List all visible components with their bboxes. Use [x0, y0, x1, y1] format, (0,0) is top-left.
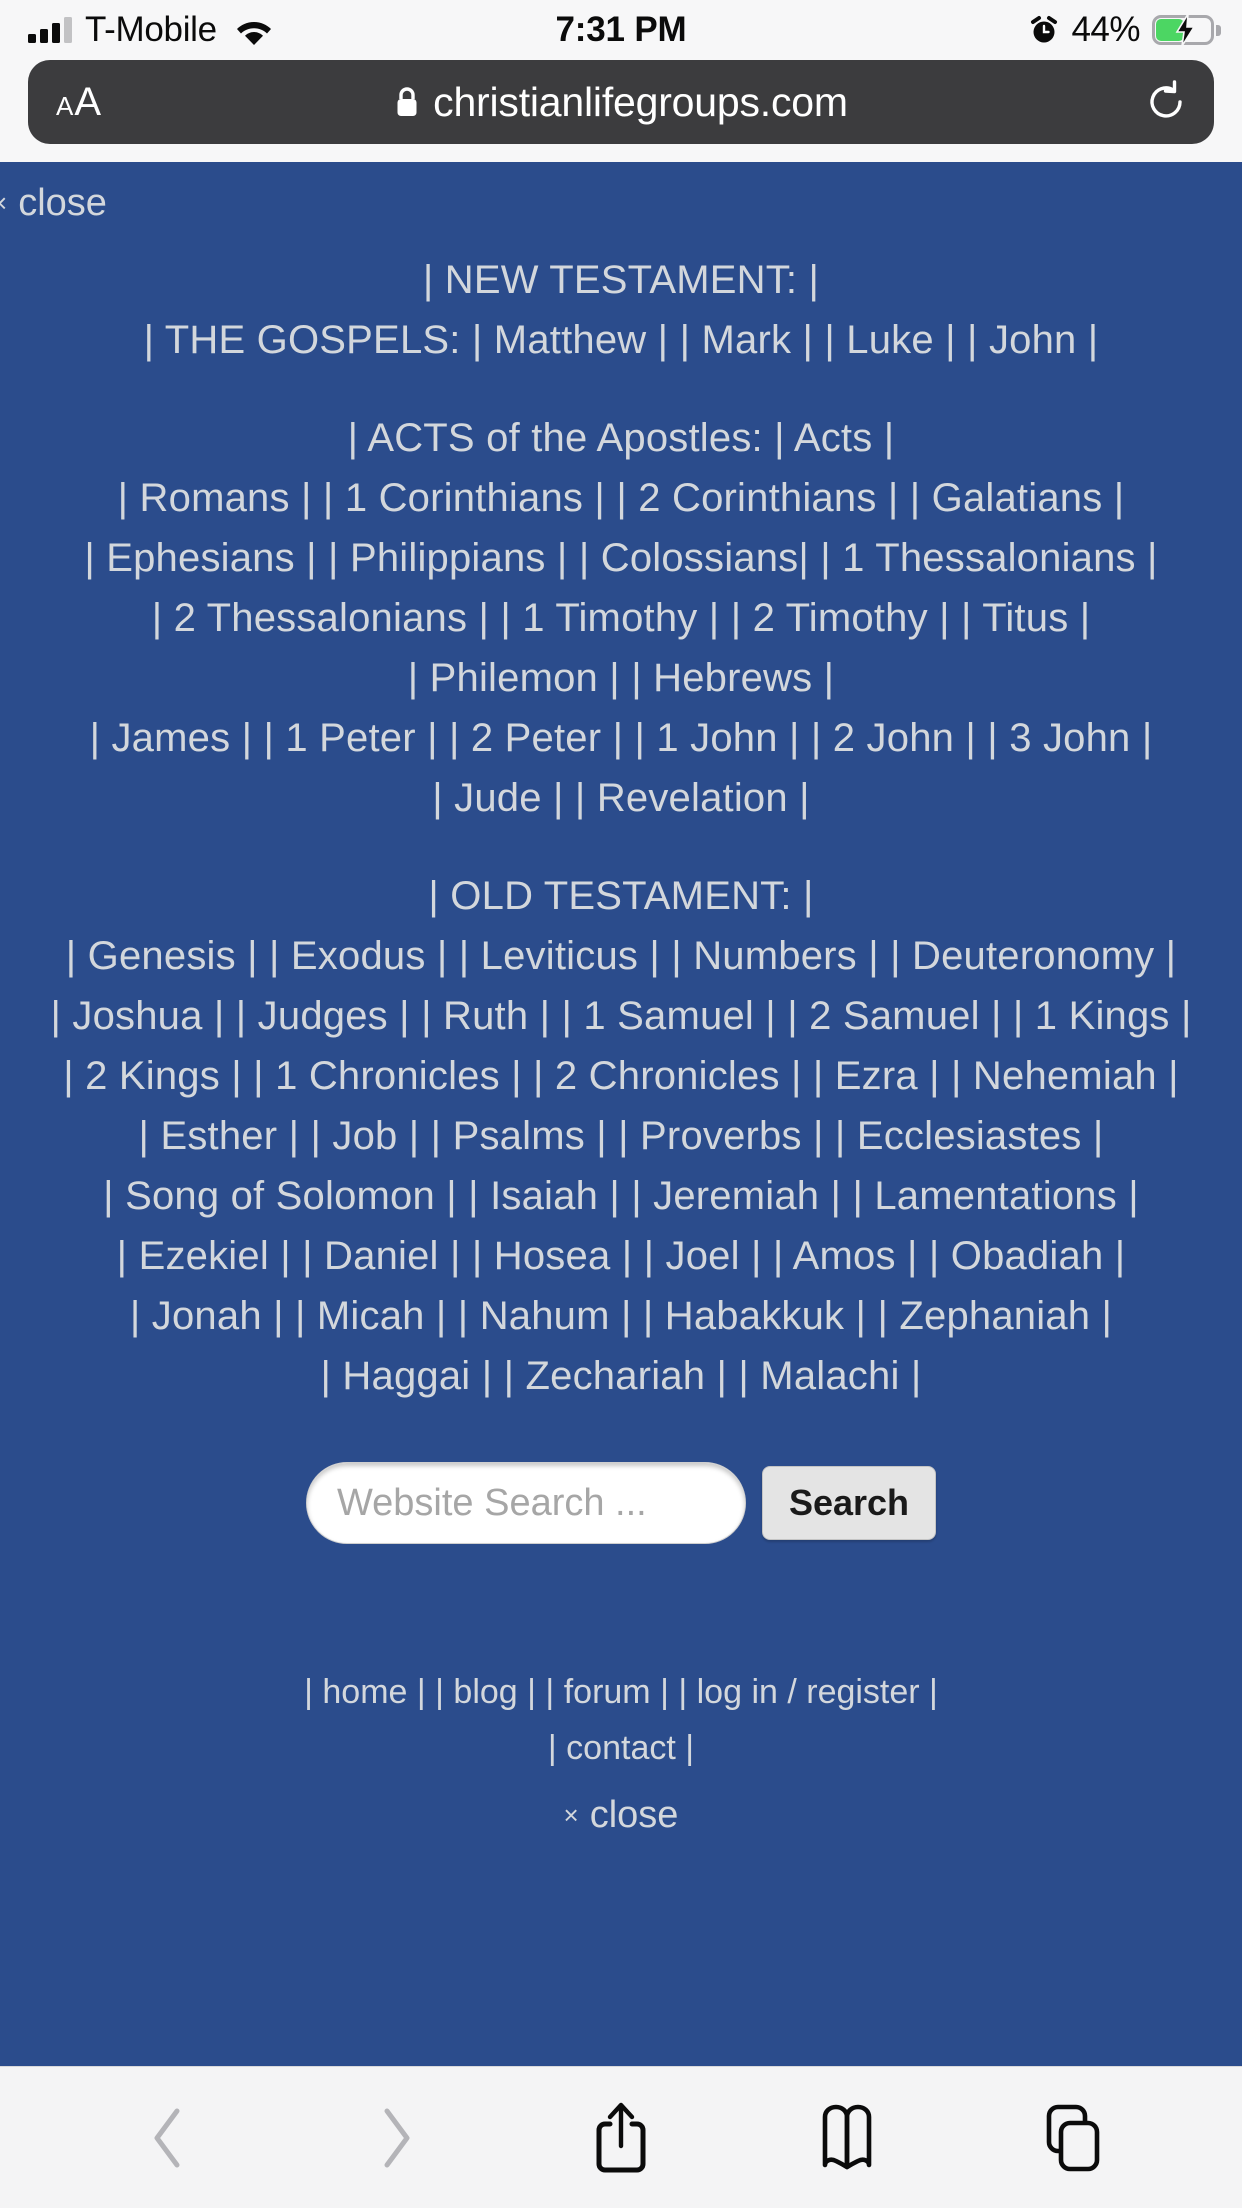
- text-size-icon[interactable]: AA: [56, 82, 101, 122]
- bookmarks-icon: [822, 2104, 872, 2169]
- text-size-small-a: A: [56, 91, 74, 121]
- book-row-esther-ecclesiastes[interactable]: | Esther | | Job | | Psalms | | Proverbs…: [0, 1106, 1242, 1166]
- search-input[interactable]: [305, 1462, 746, 1544]
- forward-button[interactable]: [282, 2105, 508, 2171]
- page-footer: | home | | blog | | forum | | log in / r…: [0, 1664, 1242, 1837]
- book-row-joshua-kings[interactable]: | Joshua | | Judges | | Ruth | | 1 Samue…: [0, 986, 1242, 1046]
- status-bar: T-Mobile 7:31 PM 44%: [0, 0, 1242, 60]
- book-row-philemon-hebrews[interactable]: | Philemon | | Hebrews |: [0, 648, 1242, 708]
- status-bar-right: 44%: [1029, 10, 1221, 50]
- forward-icon: [384, 2108, 410, 2167]
- tabs-button[interactable]: [960, 2103, 1186, 2173]
- close-link-bottom[interactable]: × close: [0, 1794, 1242, 1837]
- text-size-large-a: A: [74, 80, 102, 124]
- section-heading-acts[interactable]: | ACTS of the Apostles: | Acts |: [0, 408, 1242, 468]
- url-display: christianlifegroups.com: [28, 79, 1214, 126]
- close-link-top[interactable]: × close: [0, 182, 107, 225]
- close-label-bottom: close: [589, 1794, 679, 1836]
- book-row-ezekiel-obadiah[interactable]: | Ezekiel | | Daniel | | Hosea | | Joel …: [0, 1226, 1242, 1286]
- book-row-genesis-deuteronomy[interactable]: | Genesis | | Exodus | | Leviticus | | N…: [0, 926, 1242, 986]
- url-bar[interactable]: AA christianlifegroups.com: [28, 60, 1214, 144]
- book-row-romans-galatians[interactable]: | Romans | | 1 Corinthians | | 2 Corinth…: [0, 468, 1242, 528]
- book-row-ephesians-thessalonians[interactable]: | Ephesians | | Philippians | | Colossia…: [0, 528, 1242, 588]
- close-x-glyph: ×: [0, 188, 7, 219]
- browser-bottom-toolbar: [0, 2066, 1242, 2208]
- bookmarks-button[interactable]: [734, 2103, 960, 2173]
- book-row-haggai-malachi[interactable]: | Haggai | | Zechariah | | Malachi |: [0, 1346, 1242, 1406]
- webpage-content: × close | NEW TESTAMENT: | | THE GOSPELS…: [0, 162, 1242, 2066]
- battery-percent-label: 44%: [1071, 10, 1140, 49]
- book-row-jude-revelation[interactable]: | Jude | | Revelation |: [0, 768, 1242, 828]
- alarm-clock-icon: [1029, 15, 1059, 45]
- close-x-glyph-bottom: ×: [563, 1800, 579, 1830]
- website-search-form: Search: [0, 1462, 1242, 1544]
- browser-url-bar-container: AA christianlifegroups.com: [0, 60, 1242, 162]
- share-button[interactable]: [508, 2100, 734, 2176]
- url-text: christianlifegroups.com: [433, 78, 848, 125]
- footer-links-contact[interactable]: | contact |: [0, 1720, 1242, 1776]
- footer-links-primary[interactable]: | home | | blog | | forum | | log in / r…: [0, 1664, 1242, 1720]
- book-row-jonah-zephaniah[interactable]: | Jonah | | Micah | | Nahum | | Habakkuk…: [0, 1286, 1242, 1346]
- battery-charging-icon: [1152, 14, 1221, 46]
- section-heading-old-testament: | OLD TESTAMENT: |: [428, 874, 814, 918]
- book-row-james-john[interactable]: | James | | 1 Peter | | 2 Peter | | 1 Jo…: [0, 708, 1242, 768]
- bible-book-list: | NEW TESTAMENT: | | THE GOSPELS: | Matt…: [0, 162, 1242, 1406]
- section-heading-new-testament: | NEW TESTAMENT: |: [422, 258, 820, 302]
- phone-screen: T-Mobile 7:31 PM 44% A A christianlifegr…: [0, 0, 1242, 2208]
- book-row-kings-nehemiah[interactable]: | 2 Kings | | 1 Chronicles | | 2 Chronic…: [0, 1046, 1242, 1106]
- close-label-top: close: [18, 182, 107, 224]
- book-row-thessalonians-titus[interactable]: | 2 Thessalonians | | 1 Timothy | | 2 Ti…: [0, 588, 1242, 648]
- book-row-gospels[interactable]: | THE GOSPELS: | Matthew | | Mark | | Lu…: [0, 310, 1242, 370]
- book-row-song-lamentations[interactable]: | Song of Solomon | | Isaiah | | Jeremia…: [0, 1166, 1242, 1226]
- search-button[interactable]: Search: [761, 1466, 937, 1540]
- lock-icon: [394, 86, 420, 118]
- tabs-icon: [1046, 2104, 1100, 2171]
- back-icon: [154, 2108, 180, 2167]
- share-icon: [596, 2102, 646, 2172]
- reload-icon[interactable]: [1146, 80, 1186, 124]
- back-button[interactable]: [56, 2105, 282, 2171]
